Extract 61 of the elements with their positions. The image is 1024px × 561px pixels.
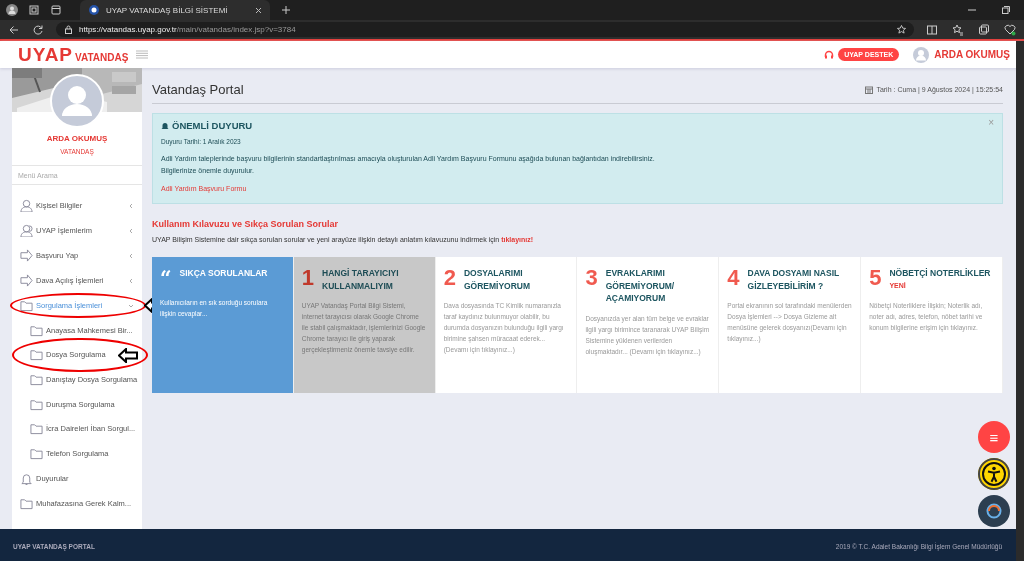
folder-icon bbox=[20, 496, 33, 510]
new-tab-icon[interactable] bbox=[280, 4, 292, 16]
arrow-icon bbox=[20, 274, 33, 287]
card-title: EVRAKLARIMI GÖREMİYORUM/ AÇAMIYORUM bbox=[605, 267, 676, 305]
page-title: Vatandaş Portal bbox=[152, 82, 244, 97]
tabs-icon[interactable] bbox=[50, 4, 62, 16]
close-icon[interactable] bbox=[255, 6, 262, 14]
browser-tab[interactable]: UYAP VATANDAŞ BİLGİ SİSTEMİ bbox=[80, 0, 270, 20]
headset-icon bbox=[824, 49, 835, 60]
minimize-icon[interactable] bbox=[968, 6, 976, 14]
card-title: DAVA DOSYAMI NASIL GİZLEYEBİLİRİM ? bbox=[747, 267, 841, 292]
accessibility-icon bbox=[981, 461, 1007, 487]
quote-mark: “ bbox=[160, 267, 172, 289]
collections-icon[interactable] bbox=[978, 23, 990, 36]
section-title: Kullanım Kılavuzu ve Sıkça Sorulan Sorular bbox=[152, 219, 340, 229]
workspaces-icon[interactable] bbox=[28, 4, 40, 16]
folder-icon bbox=[30, 348, 43, 362]
arrow-icon bbox=[20, 249, 33, 262]
users-icon bbox=[20, 224, 33, 237]
folder-icon bbox=[30, 397, 43, 411]
chat-button[interactable] bbox=[978, 495, 1010, 527]
bell-icon bbox=[20, 471, 33, 485]
profile-name: ARDA OKUMUŞ bbox=[45, 134, 109, 143]
user-icon bbox=[20, 199, 33, 212]
chat-icon bbox=[985, 502, 1003, 520]
card-number: 4 bbox=[727, 267, 740, 289]
card-number: 5 bbox=[869, 267, 882, 289]
card-number: 2 bbox=[443, 267, 456, 289]
address-bar[interactable]: https://vatandas.uyap.gov.tr/main/vatandas/index.jsp?v=3784 bbox=[56, 22, 914, 37]
avatar-icon bbox=[50, 74, 104, 128]
user-name[interactable]: ARDA OKUMUŞ bbox=[934, 49, 1010, 60]
card-number: 1 bbox=[301, 267, 315, 289]
card-title: SIKÇA SORULANLAR bbox=[179, 267, 268, 280]
calendar-icon bbox=[865, 85, 874, 94]
accessibility-button[interactable] bbox=[978, 458, 1010, 490]
faq-card[interactable] bbox=[293, 257, 436, 393]
scrollbar[interactable] bbox=[1016, 41, 1024, 561]
favorites-icon[interactable] bbox=[952, 23, 964, 36]
card-title: HANGİ TARAYICIYI KULLANMALIYIM bbox=[322, 267, 400, 292]
card-title: DOSYALARIMI GÖREMİYORUM bbox=[463, 267, 532, 292]
star-icon[interactable] bbox=[897, 25, 906, 34]
folder-icon bbox=[30, 373, 43, 386]
folder-icon bbox=[20, 299, 33, 312]
notice-title: ÖNEMLİ DUYURU bbox=[172, 120, 253, 131]
lock-icon bbox=[64, 25, 73, 34]
back-icon[interactable] bbox=[8, 23, 20, 36]
folder-icon bbox=[30, 422, 43, 436]
split-screen-icon[interactable] bbox=[926, 23, 938, 36]
reload-icon[interactable] bbox=[32, 23, 44, 36]
restore-icon[interactable] bbox=[1002, 6, 1010, 14]
logo-text[interactable]: UYAP bbox=[18, 43, 74, 66]
profile-icon[interactable] bbox=[6, 4, 18, 16]
folder-icon bbox=[30, 446, 43, 460]
emblem-icon bbox=[88, 4, 100, 16]
annotation-arrow bbox=[118, 347, 138, 363]
folder-icon bbox=[30, 323, 43, 337]
card-number: 3 bbox=[585, 267, 598, 289]
heart-icon[interactable] bbox=[1004, 23, 1016, 36]
faq-card[interactable] bbox=[435, 257, 578, 393]
logo-subtitle: VATANDAŞ bbox=[75, 51, 129, 63]
bell-icon bbox=[161, 121, 169, 130]
